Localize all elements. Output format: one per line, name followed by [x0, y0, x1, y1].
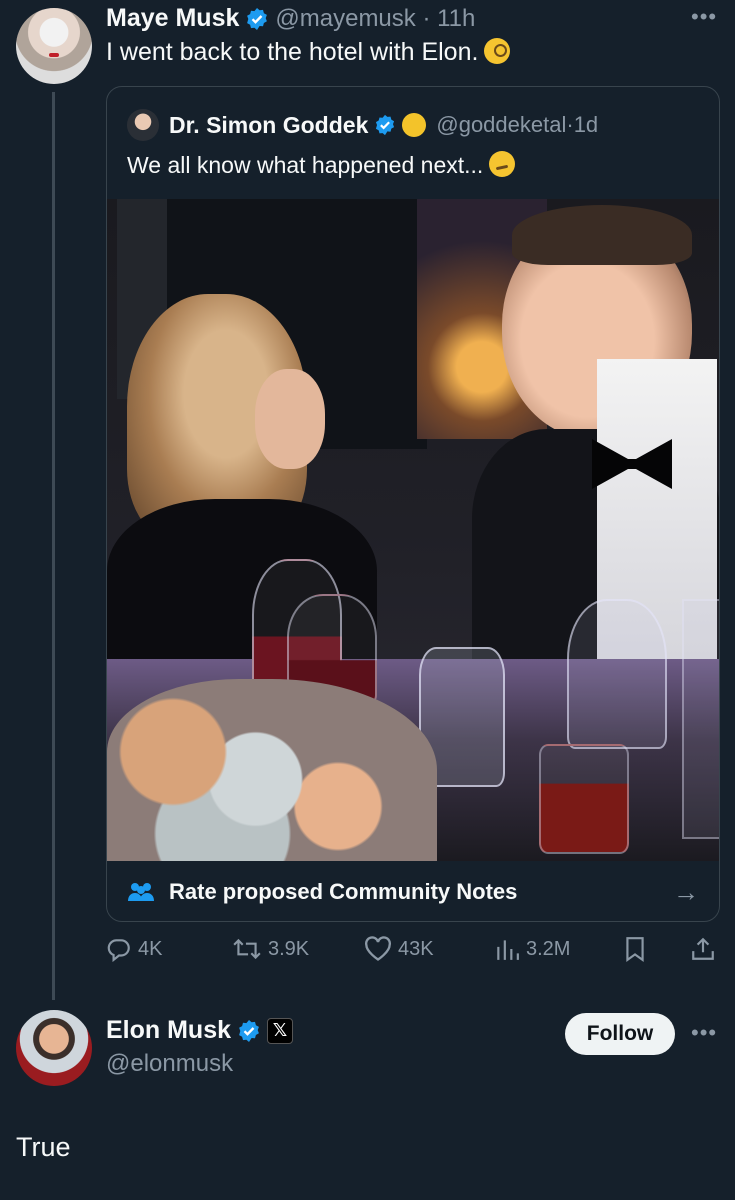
quote-author-name: Dr. Simon Goddek — [169, 111, 369, 138]
more-dots-icon[interactable]: ••• — [691, 1020, 717, 1046]
quote-header: Dr. Simon Goddek @goddeketal · 1d — [127, 109, 598, 141]
verified-badge-icon — [247, 7, 268, 30]
tweet-header: Maye Musk @mayemusk · 11h — [106, 4, 475, 33]
dot-separator: · — [415, 4, 438, 32]
simon-goddek-avatar — [127, 109, 159, 141]
community-notes-icon — [128, 883, 154, 901]
quote-author-handle: @goddeketal — [436, 112, 567, 137]
author-name[interactable]: Maye Musk — [106, 4, 239, 33]
verified-badge-icon — [239, 1019, 259, 1042]
tweet-text: I went back to the hotel with Elon. — [106, 38, 511, 67]
more-dots-icon[interactable]: ••• — [691, 4, 717, 30]
quoted-photo[interactable] — [107, 199, 719, 861]
community-notes-bar[interactable]: Rate proposed Community Notes → — [107, 861, 719, 921]
view-count: 3.2M — [526, 937, 571, 960]
reply-count: 4K — [138, 937, 163, 960]
author-handle[interactable]: @mayemusk — [275, 5, 415, 33]
reply-author-handle[interactable]: @elonmusk — [106, 1050, 233, 1078]
gold-coin-icon — [402, 113, 427, 137]
quote-time: 1d — [573, 112, 599, 137]
reply-text: True — [16, 1132, 71, 1162]
quote-body: We all know what happened next... — [127, 152, 484, 178]
reply-header: Elon Musk 𝕏 — [106, 1016, 294, 1045]
reply-icon — [107, 939, 130, 962]
quote-text: We all know what happened next... — [127, 151, 516, 179]
verified-badge-icon — [376, 114, 395, 136]
tweet-action-bar: 4K 3.9K 43K 3.2M — [106, 930, 720, 974]
views-icon — [497, 940, 519, 960]
reply-author-name[interactable]: Elon Musk — [106, 1016, 231, 1045]
elon-musk-avatar[interactable] — [16, 1010, 92, 1086]
like-button[interactable]: 43K — [364, 936, 434, 962]
maye-musk-avatar[interactable] — [16, 8, 92, 84]
x-affiliation-icon: 𝕏 — [267, 1017, 294, 1044]
bookmark-icon — [626, 937, 644, 962]
tweet-body: I went back to the hotel with Elon. — [106, 38, 479, 66]
dot-separator: · — [566, 112, 574, 137]
share-icon — [692, 937, 714, 960]
smirking-face-icon — [489, 151, 516, 177]
reply-button[interactable]: 4K — [106, 936, 162, 962]
repost-count: 3.9K — [268, 937, 310, 960]
thread-line — [52, 92, 55, 1000]
like-count: 43K — [398, 937, 434, 960]
quoted-tweet-card[interactable]: Dr. Simon Goddek @goddeketal · 1d We all… — [106, 86, 720, 922]
face-with-monocle-icon — [484, 38, 511, 64]
bookmark-button[interactable] — [624, 936, 652, 962]
views-button[interactable]: 3.2M — [494, 936, 570, 962]
heart-icon — [365, 936, 391, 961]
repost-icon — [233, 938, 261, 960]
tweet-time[interactable]: 11h — [437, 5, 475, 33]
community-notes-label: Rate proposed Community Notes — [169, 879, 518, 904]
follow-button[interactable]: Follow — [565, 1013, 675, 1055]
arrow-right-icon: → — [673, 877, 699, 907]
repost-button[interactable]: 3.9K — [232, 936, 309, 962]
share-button[interactable] — [690, 936, 722, 962]
